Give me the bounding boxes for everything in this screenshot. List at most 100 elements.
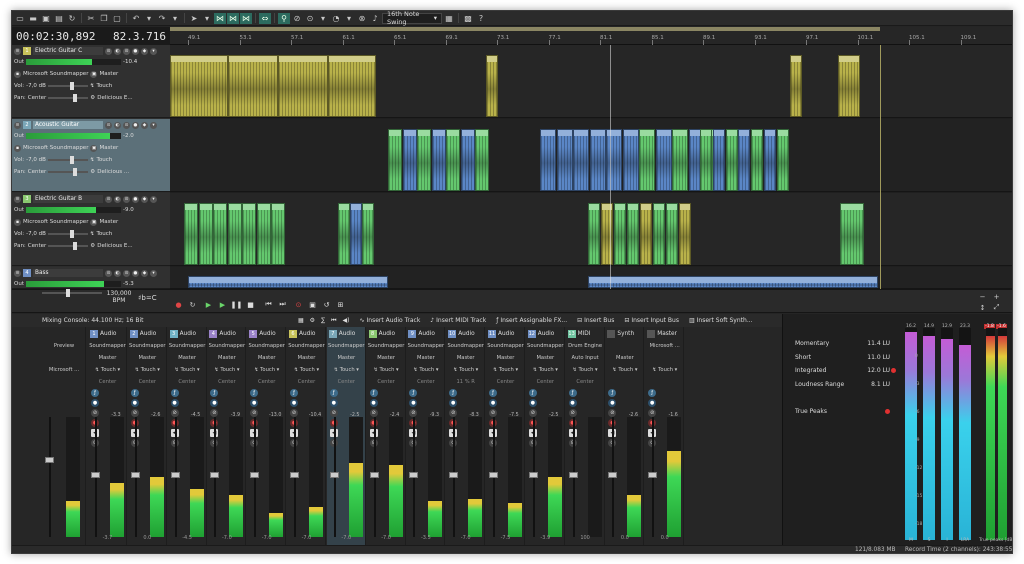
channel-device[interactable] <box>605 341 644 351</box>
audio-event[interactable] <box>838 55 860 117</box>
phase-icon[interactable]: ⊘ <box>608 409 617 417</box>
monitor-icon[interactable]: ◆ <box>141 121 148 129</box>
fader-knob[interactable] <box>250 472 260 478</box>
fx-icon[interactable]: ⊙ <box>105 121 112 129</box>
pan-slider[interactable] <box>48 168 89 176</box>
track-mode[interactable]: Touch <box>96 157 112 163</box>
audio-event[interactable] <box>666 203 678 265</box>
fader-knob[interactable] <box>528 472 538 478</box>
audio-event[interactable] <box>460 129 475 191</box>
go-to-end-icon[interactable]: ⏭ <box>278 300 287 309</box>
track-fx[interactable]: Delicious E... <box>97 243 132 249</box>
insert-midi-track-button[interactable]: ♪ Insert MIDI Track <box>430 317 486 324</box>
channel-pan[interactable]: 11 % R <box>446 377 485 387</box>
insert-icon[interactable]: ● <box>568 399 577 407</box>
audio-event[interactable] <box>556 129 573 191</box>
audio-event[interactable] <box>417 129 431 191</box>
audio-event[interactable] <box>213 203 227 265</box>
audio-event[interactable] <box>431 129 446 191</box>
channel-fader[interactable] <box>91 417 100 537</box>
channel-device[interactable]: Soundmapper <box>486 341 525 351</box>
channel-pan[interactable]: Center <box>207 377 246 387</box>
channel-output[interactable] <box>645 353 684 363</box>
redo-icon[interactable]: ↷ <box>156 13 168 24</box>
fx-icon[interactable]: ƒ <box>210 389 219 397</box>
swing-dropdown[interactable]: 16th Note Swing ▾ <box>382 11 442 26</box>
mute-icon[interactable]: ◐ <box>114 121 121 129</box>
channel-automation-mode[interactable]: ↯ Touch ▾ <box>645 365 684 375</box>
record-arm-icon[interactable]: ● <box>132 47 139 55</box>
audio-event[interactable] <box>362 203 374 265</box>
dropdown-arrow-icon[interactable]: ▾ <box>169 13 181 24</box>
expand-icon[interactable]: ≡ <box>14 47 21 55</box>
audio-event[interactable] <box>198 203 213 265</box>
record-icon[interactable]: ● <box>174 300 183 309</box>
channel-pan[interactable]: Center <box>367 377 406 387</box>
zoom-all-icon[interactable]: ⤢ <box>992 303 1001 312</box>
audio-event[interactable] <box>712 129 725 191</box>
channel-output[interactable]: Master <box>446 353 485 363</box>
monitor-icon[interactable]: ◆ <box>141 269 148 277</box>
expand-icon[interactable]: ≡ <box>14 269 21 277</box>
track-header-2[interactable]: ≡ 2 Acoustic Guitar ⊙ ◐ ⊙ ● ◆ ▾ Out -2.0… <box>12 119 170 192</box>
track-master[interactable]: Master <box>99 145 118 151</box>
bus-icon[interactable]: ▣ <box>90 144 98 152</box>
paste-icon[interactable]: ▢ <box>111 13 123 24</box>
fader-knob[interactable] <box>449 472 459 478</box>
audio-event[interactable] <box>840 203 864 265</box>
channel-output[interactable]: Master <box>168 353 207 363</box>
audio-event[interactable] <box>606 129 622 191</box>
mixer-channel[interactable]: 6 Audio Soundmapper Master ↯ Touch ▾ Center ƒ ●… <box>287 327 326 553</box>
play-icon[interactable]: ▶ <box>204 300 213 309</box>
insert-icon[interactable]: ● <box>409 399 418 407</box>
timeline-ruler[interactable]: 49.1 53.1 57.1 61.1 65.1 69.1 73.1 77.1 81.1 85.1… <box>170 27 1012 45</box>
fader-knob[interactable] <box>648 472 658 478</box>
loop-region-bar[interactable] <box>170 27 880 31</box>
mixer-channel[interactable]: 12 Audio Soundmapper Master ↯ Touch ▾ Center ƒ… <box>526 327 565 553</box>
save-all-icon[interactable]: ▤ <box>53 13 65 24</box>
audio-event[interactable] <box>228 55 278 117</box>
mixer-channel[interactable]: MasterMicrosoft ...↯ Touch ▾ƒ●⊘●◀⊙-1.60.… <box>645 327 685 553</box>
phase-icon[interactable]: ⊘ <box>489 409 497 417</box>
phase-icon[interactable]: ⊘ <box>449 409 458 417</box>
channel-fader[interactable] <box>648 417 658 537</box>
pan-slider[interactable] <box>48 94 89 102</box>
channel-output[interactable]: Master <box>128 353 167 363</box>
track-master[interactable]: Master <box>99 71 118 77</box>
fader-knob[interactable] <box>369 472 379 478</box>
fx-chain-icon[interactable]: ⚙ <box>90 243 95 249</box>
channel-automation-mode[interactable]: ↯ Touch ▾ <box>406 365 445 375</box>
phase-icon[interactable]: ⊘ <box>409 409 418 417</box>
phase-icon[interactable]: ⊘ <box>568 409 577 417</box>
fader-knob[interactable] <box>409 472 419 478</box>
fx-icon[interactable]: ƒ <box>290 389 298 397</box>
fx-icon[interactable]: ƒ <box>329 389 338 397</box>
record-arm-icon[interactable]: ● <box>132 121 139 129</box>
audio-event[interactable] <box>640 203 652 265</box>
event-snap-icon[interactable]: ⋈ <box>240 12 252 24</box>
fx-icon[interactable]: ⊙ <box>105 195 112 203</box>
audio-event[interactable] <box>679 203 691 265</box>
audio-event[interactable] <box>170 55 228 117</box>
mixer-channel[interactable]: 11 Audio Soundmapper Master ↯ Touch ▾ Center ƒ… <box>486 327 525 553</box>
fx-icon[interactable]: ƒ <box>489 389 497 397</box>
preview-device[interactable]: Microsoft ... <box>42 365 86 375</box>
fader-knob[interactable] <box>130 472 140 478</box>
track-fx[interactable]: Delicious ... <box>97 169 129 175</box>
channel-device[interactable]: Drum Engine <box>566 341 605 351</box>
track-name[interactable]: Electric Guitar C <box>33 47 103 55</box>
channel-pan[interactable]: Center <box>486 377 525 387</box>
channel-output[interactable]: Master <box>247 353 286 363</box>
menu-icon[interactable]: ▾ <box>150 269 157 277</box>
audio-event[interactable] <box>350 203 362 265</box>
fx-icon[interactable]: ƒ <box>528 389 537 397</box>
channel-device[interactable]: Soundmapper <box>128 341 167 351</box>
channel-device[interactable]: Soundmapper <box>88 341 127 351</box>
copy-icon[interactable]: ❐ <box>98 13 110 24</box>
channel-automation-mode[interactable]: ↯ Touch ▾ <box>486 365 525 375</box>
loop-end-marker[interactable] <box>880 45 881 289</box>
channel-pan[interactable] <box>645 377 684 387</box>
fx-icon[interactable]: ƒ <box>608 389 617 397</box>
fx-icon[interactable]: ƒ <box>449 389 458 397</box>
channel-device[interactable]: Soundmapper <box>247 341 286 351</box>
